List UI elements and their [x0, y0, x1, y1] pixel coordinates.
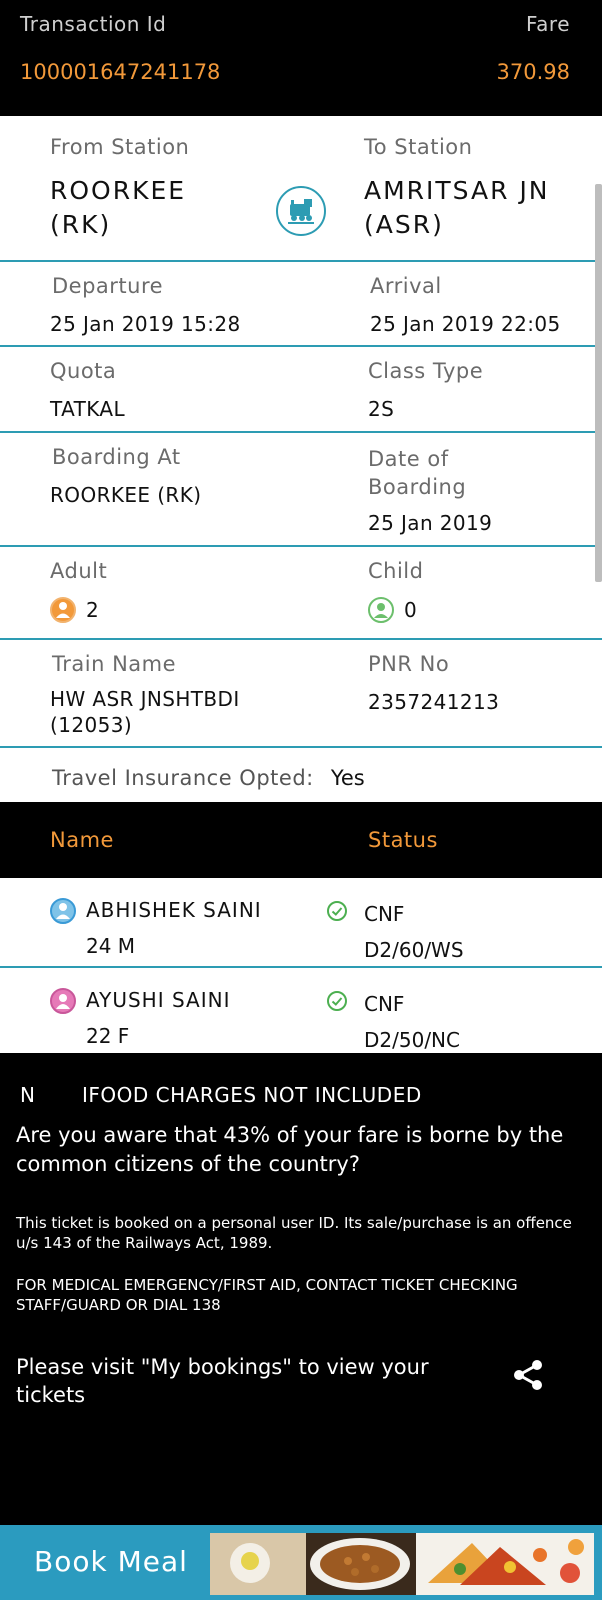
- stations-row: From Station ROORKEE (RK) To Station AMR…: [0, 116, 602, 262]
- transaction-id-value: 100001647241178: [20, 60, 221, 84]
- passenger-row[interactable]: ABHISHEK SAINI 24 M CNF D2/60/WS: [0, 878, 602, 968]
- train-icon: [276, 186, 326, 236]
- date-of-boarding-label: Date of Boarding: [368, 447, 467, 499]
- child-count: 0: [404, 598, 418, 622]
- class-type-value: 2S: [368, 397, 395, 421]
- fare-subsidy-question: Are you aware that 43% of your fare is b…: [16, 1123, 564, 1176]
- quota-row: Quota TATKAL Class Type 2S: [0, 347, 602, 433]
- travel-insurance: Travel Insurance Opted: Yes: [52, 766, 365, 790]
- female-passenger-icon: [50, 988, 76, 1014]
- confirmed-check-icon: [327, 901, 347, 921]
- food-photo: [210, 1533, 594, 1595]
- fare-value: 370.98: [496, 60, 570, 84]
- status-column-header: Status: [368, 828, 438, 852]
- fare-label: Fare: [525, 12, 570, 36]
- child-label: Child: [368, 559, 424, 583]
- name-column-header: Name: [50, 828, 114, 852]
- my-bookings-note: Please visit "My bookings" to view your …: [16, 1355, 429, 1407]
- male-passenger-icon: [50, 898, 76, 924]
- book-meal-banner[interactable]: Book Meal: [0, 1525, 602, 1600]
- adult-icon: [50, 597, 76, 623]
- train-name-value: HW ASR JNSHTBDI (12053): [50, 687, 240, 737]
- ticket-info-section: N IFOOD CHARGES NOT INCLUDED Are you awa…: [0, 1053, 602, 1525]
- arrival-label: Arrival: [370, 274, 442, 298]
- booking-status: CNF: [364, 992, 405, 1016]
- departure-label: Departure: [52, 274, 164, 298]
- travel-insurance-value: Yes: [330, 766, 365, 790]
- quota-value: TATKAL: [50, 397, 125, 421]
- from-station-value: ROORKEE (RK): [50, 176, 187, 239]
- child-icon: [368, 597, 394, 623]
- pnr-label: PNR No: [368, 652, 450, 676]
- transaction-header: Transaction Id Fare 100001647241178 370.…: [0, 0, 602, 116]
- pnr-value: 2357241213: [368, 690, 500, 714]
- passenger-count-row: Adult 2 Child 0: [0, 547, 602, 640]
- passenger-name: AYUSHI SAINI: [86, 988, 231, 1012]
- date-of-boarding-value: 25 Jan 2019: [368, 511, 493, 535]
- train-row: Train Name HW ASR JNSHTBDI (12053) PNR N…: [0, 640, 602, 748]
- booking-status: CNF: [364, 902, 405, 926]
- boarding-row: Boarding At ROORKEE (RK) Date of Boardin…: [0, 433, 602, 547]
- adult-count: 2: [86, 598, 100, 622]
- to-station-label: To Station: [364, 135, 473, 159]
- transaction-id-label: Transaction Id: [20, 12, 167, 36]
- passenger-age-gender: 24 M: [86, 934, 136, 958]
- share-icon[interactable]: [510, 1357, 546, 1393]
- from-station-label: From Station: [50, 135, 190, 159]
- boarding-at-value: ROORKEE (RK): [50, 483, 202, 507]
- passenger-name: ABHISHEK SAINI: [86, 898, 262, 922]
- arrival-value: 25 Jan 2019 22:05: [370, 312, 561, 336]
- berth-details: D2/60/WS: [364, 938, 464, 962]
- passenger-list: ABHISHEK SAINI 24 M CNF D2/60/WS AYUSHI …: [0, 878, 602, 1053]
- quota-label: Quota: [50, 359, 117, 383]
- passenger-age-gender: 22 F: [86, 1024, 130, 1048]
- medical-emergency-notice: FOR MEDICAL EMERGENCY/FIRST AID, CONTACT…: [16, 1276, 518, 1314]
- passenger-list-header: Name Status: [0, 802, 602, 878]
- book-meal-label: Book Meal: [34, 1545, 188, 1578]
- food-charges-note: IFOOD CHARGES NOT INCLUDED: [82, 1083, 422, 1107]
- train-name-label: Train Name: [52, 652, 177, 676]
- food-note-prefix: N: [20, 1083, 36, 1107]
- confirmed-check-icon: [327, 991, 347, 1011]
- ticket-screen: Transaction Id Fare 100001647241178 370.…: [0, 0, 602, 1600]
- legal-notice: This ticket is booked on a personal user…: [16, 1214, 572, 1252]
- timing-row: Departure 25 Jan 2019 15:28 Arrival 25 J…: [0, 262, 602, 347]
- to-station-value: AMRITSAR JN (ASR): [364, 176, 550, 239]
- scrollbar[interactable]: [595, 184, 602, 582]
- passenger-row[interactable]: AYUSHI SAINI 22 F CNF D2/50/NC: [0, 968, 602, 1056]
- travel-insurance-label: Travel Insurance Opted:: [52, 766, 314, 790]
- class-type-label: Class Type: [368, 359, 484, 383]
- departure-value: 25 Jan 2019 15:28: [50, 312, 241, 336]
- journey-details-card[interactable]: From Station ROORKEE (RK) To Station AMR…: [0, 116, 602, 802]
- adult-label: Adult: [50, 559, 108, 583]
- berth-details: D2/50/NC: [364, 1028, 460, 1052]
- boarding-at-label: Boarding At: [52, 445, 181, 469]
